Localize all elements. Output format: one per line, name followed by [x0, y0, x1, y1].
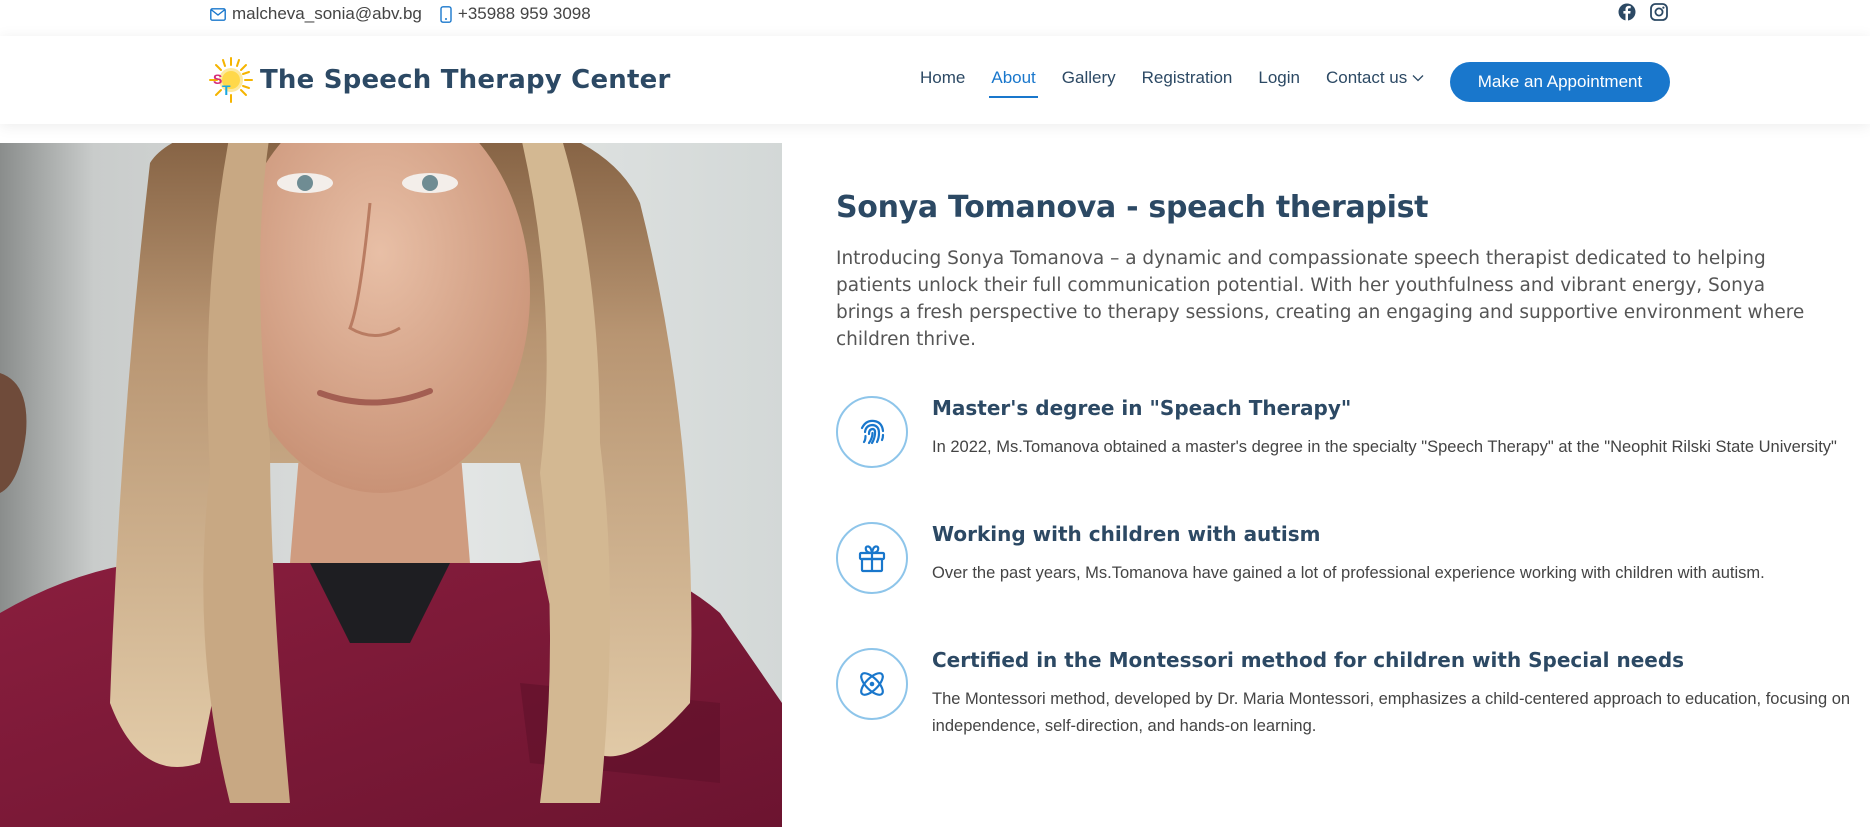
- logo-text: The Speech Therapy Center: [260, 65, 671, 95]
- sun-logo-icon: S T: [208, 56, 254, 104]
- feature-description: In 2022, Ms.Tomanova obtained a master's…: [932, 438, 1837, 456]
- logo-letter-s: S: [213, 71, 223, 87]
- social-links: [1618, 3, 1682, 21]
- atom-icon: [836, 648, 908, 720]
- nav-contact-label: Contact us: [1325, 68, 1408, 87]
- main-nav: Home About Gallery Registration Login Co…: [920, 68, 1450, 98]
- nav-gallery[interactable]: Gallery: [1062, 68, 1116, 88]
- phone-contact[interactable]: +35988 959 3098: [440, 4, 591, 24]
- top-bar: malcheva_sonia@abv.bg +35988 959 3098: [0, 0, 1870, 36]
- site-header: S T The Speech Therapy Center Home About…: [0, 36, 1870, 124]
- nav-contact[interactable]: Contact us: [1326, 68, 1424, 88]
- make-appointment-button[interactable]: Make an Appointment: [1450, 62, 1670, 102]
- chevron-down-icon: [1412, 75, 1424, 82]
- envelope-icon: [210, 7, 226, 21]
- feature-title: Certified in the Montessori method for c…: [932, 648, 1685, 672]
- facebook-icon[interactable]: [1618, 3, 1636, 21]
- phone-icon: [440, 5, 452, 23]
- phone-text: +35988 959 3098: [457, 4, 591, 23]
- site-logo[interactable]: S T The Speech Therapy Center: [208, 56, 670, 104]
- page-title: Sonya Tomanova - speach therapist: [836, 190, 1429, 225]
- instagram-icon[interactable]: [1650, 3, 1668, 21]
- nav-about[interactable]: About: [989, 68, 1039, 98]
- feature-description: Over the past years, Ms.Tomanova have ga…: [932, 564, 1765, 582]
- logo-letter-t: T: [222, 82, 231, 98]
- nav-home[interactable]: Home: [920, 68, 965, 88]
- feature-title: Working with children with autism: [932, 522, 1321, 546]
- gift-icon: [836, 522, 908, 594]
- fingerprint-icon: [836, 396, 908, 468]
- therapist-photo: [0, 143, 782, 827]
- feature-description: The Montessori method, developed by Dr. …: [932, 690, 1851, 735]
- contact-info: malcheva_sonia@abv.bg +35988 959 3098: [210, 4, 609, 24]
- nav-registration[interactable]: Registration: [1142, 68, 1233, 88]
- feature-title: Master's degree in "Speach Therapy": [932, 396, 1352, 420]
- email-text: malcheva_sonia@abv.bg: [232, 4, 422, 23]
- intro-text: Introducing Sonya Tomanova – a dynamic a…: [836, 248, 1805, 350]
- nav-login[interactable]: Login: [1258, 68, 1300, 88]
- email-contact[interactable]: malcheva_sonia@abv.bg: [210, 4, 422, 24]
- about-content: Sonya Tomanova - speach therapist Introd…: [836, 190, 1836, 353]
